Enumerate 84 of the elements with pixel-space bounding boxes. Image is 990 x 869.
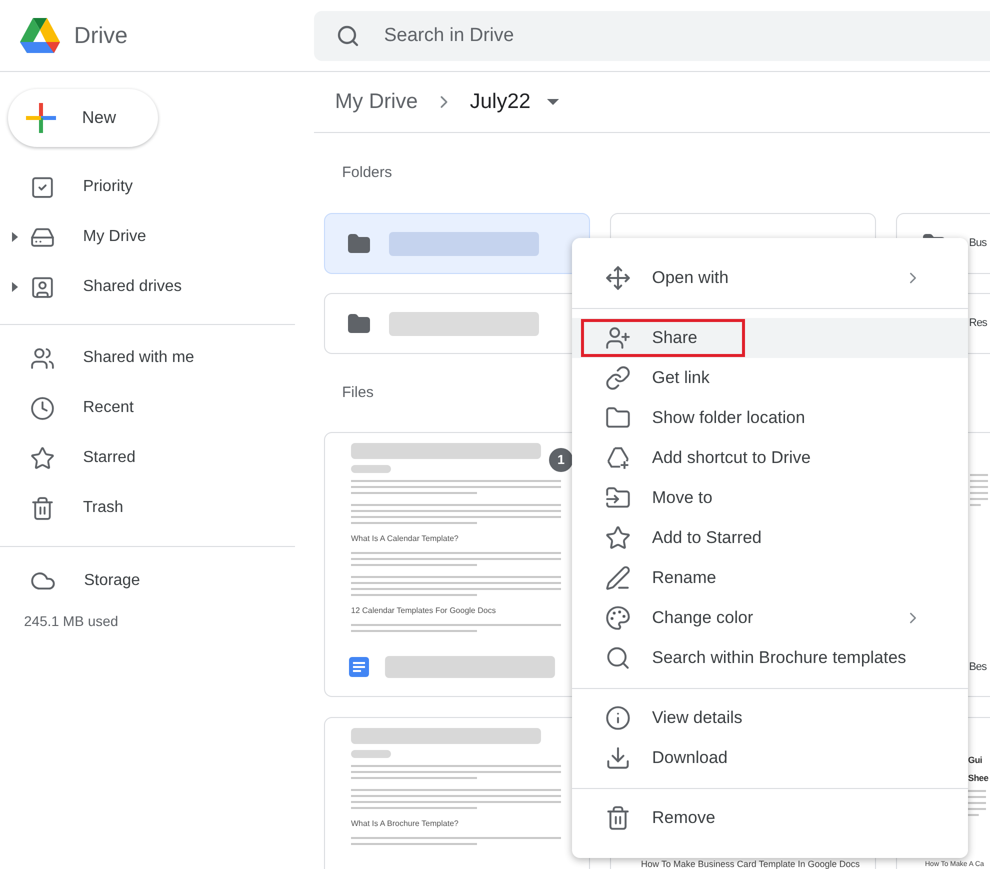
move-arrows-icon: [605, 265, 631, 291]
checkbox-icon: [30, 174, 55, 200]
download-icon: [605, 745, 631, 771]
folder-name: Res: [969, 316, 988, 332]
count-badge: 1: [549, 448, 573, 472]
menu-item[interactable]: View details: [572, 698, 968, 738]
star-icon: [605, 525, 631, 551]
pencil-icon: [605, 565, 631, 591]
file-card[interactable]: What Is A Brochure Template?: [324, 717, 590, 869]
sidebar-item[interactable]: My Drive: [30, 224, 146, 250]
sidebar-item[interactable]: Shared with me: [30, 346, 194, 370]
menu-item-label: Share: [652, 327, 698, 350]
sidebar-item[interactable]: Starred: [30, 446, 136, 470]
trash-icon: [30, 496, 55, 520]
menu-item[interactable]: Rename: [572, 558, 968, 598]
section-title: Files: [342, 382, 374, 403]
menu-item-label: Add to Starred: [652, 527, 763, 550]
sidebar-item[interactable]: Trash: [30, 496, 124, 520]
search-icon: [605, 645, 631, 671]
text-lines-drawing: [970, 473, 988, 509]
menu-item-label: Open with: [652, 267, 730, 290]
menu-item[interactable]: Open with: [572, 258, 968, 298]
menu-item-label: Add shortcut to Drive: [652, 447, 812, 470]
expand-arrow-icon[interactable]: [12, 232, 18, 242]
menu-item-label: Get link: [652, 367, 711, 390]
menu-item[interactable]: Share: [572, 318, 968, 358]
dropdown-caret-icon[interactable]: [546, 99, 559, 105]
document-icon: [349, 657, 369, 677]
menu-item-label: Change color: [652, 607, 754, 630]
breadcrumb-item[interactable]: July22: [470, 86, 531, 118]
breadcrumb-item[interactable]: My Drive: [335, 86, 418, 118]
folder-card[interactable]: [324, 213, 590, 274]
menu-item[interactable]: Add shortcut to Drive: [572, 438, 968, 478]
document-heading: What Is A Brochure Template?: [351, 818, 460, 830]
app-name: Drive: [74, 21, 128, 50]
file-name: Bes: [969, 660, 986, 675]
add-person-icon: [605, 325, 631, 351]
trash-icon: [605, 805, 631, 831]
storage-label[interactable]: Storage: [84, 569, 140, 593]
storage-usage: 245.1 MB used: [24, 612, 120, 631]
menu-item[interactable]: Move to: [572, 478, 968, 518]
menu-item-label: Move to: [652, 487, 714, 510]
menu-item[interactable]: Get link: [572, 358, 968, 398]
plus-icon: [26, 103, 56, 133]
sidebar-item[interactable]: Priority: [30, 174, 133, 200]
blurred-text-drawing: [351, 465, 391, 473]
document-heading: What Is A Calendar Template?: [351, 533, 460, 545]
menu-item-label: Rename: [652, 567, 718, 590]
section-title: Folders: [342, 162, 392, 183]
folder-icon: [347, 232, 371, 256]
menu-item-label: View details: [652, 707, 744, 730]
palette-icon: [605, 605, 631, 631]
link-icon: [605, 365, 631, 391]
search-icon: [336, 24, 360, 48]
drive-logo-icon: [19, 16, 61, 54]
sidebar-item[interactable]: Shared drives: [30, 274, 182, 300]
menu-item-label: Search within Brochure templates: [652, 647, 908, 670]
blurred-text-drawing: [351, 750, 391, 758]
text-lines-drawing: [968, 789, 986, 819]
sidebar-item[interactable]: Recent: [30, 396, 134, 420]
folder-icon: [347, 312, 371, 336]
people-icon: [30, 346, 55, 370]
new-button[interactable]: New: [8, 89, 158, 147]
document-heading: 12 Calendar Templates For Google Docs: [351, 605, 497, 617]
search-field[interactable]: Search in Drive: [314, 10, 990, 60]
menu-item[interactable]: Change color: [572, 598, 968, 638]
menu-item-label: Remove: [652, 807, 716, 830]
clock-icon: [30, 396, 55, 420]
triangle-plus-icon: [605, 445, 631, 471]
menu-item[interactable]: Add to Starred: [572, 518, 968, 558]
folder-name: Bus: [969, 236, 986, 252]
document-caption: How To Make Business Card Template In Google Docs: [641, 860, 860, 869]
info-icon: [605, 705, 631, 731]
menu-item-label: Show folder location: [652, 407, 806, 430]
menu-item-label: Download: [652, 747, 729, 770]
document-heading: Gui: [968, 754, 982, 767]
menu-item[interactable]: Remove: [572, 798, 968, 838]
expand-arrow-icon[interactable]: [12, 282, 18, 292]
menu-item[interactable]: Download: [572, 738, 968, 778]
shared-drive-icon: [30, 274, 55, 300]
menu-item[interactable]: Show folder location: [572, 398, 968, 438]
document-heading: Shee: [968, 772, 988, 784]
star-icon: [30, 446, 55, 470]
menu-item[interactable]: Search within Brochure templates: [572, 638, 968, 678]
